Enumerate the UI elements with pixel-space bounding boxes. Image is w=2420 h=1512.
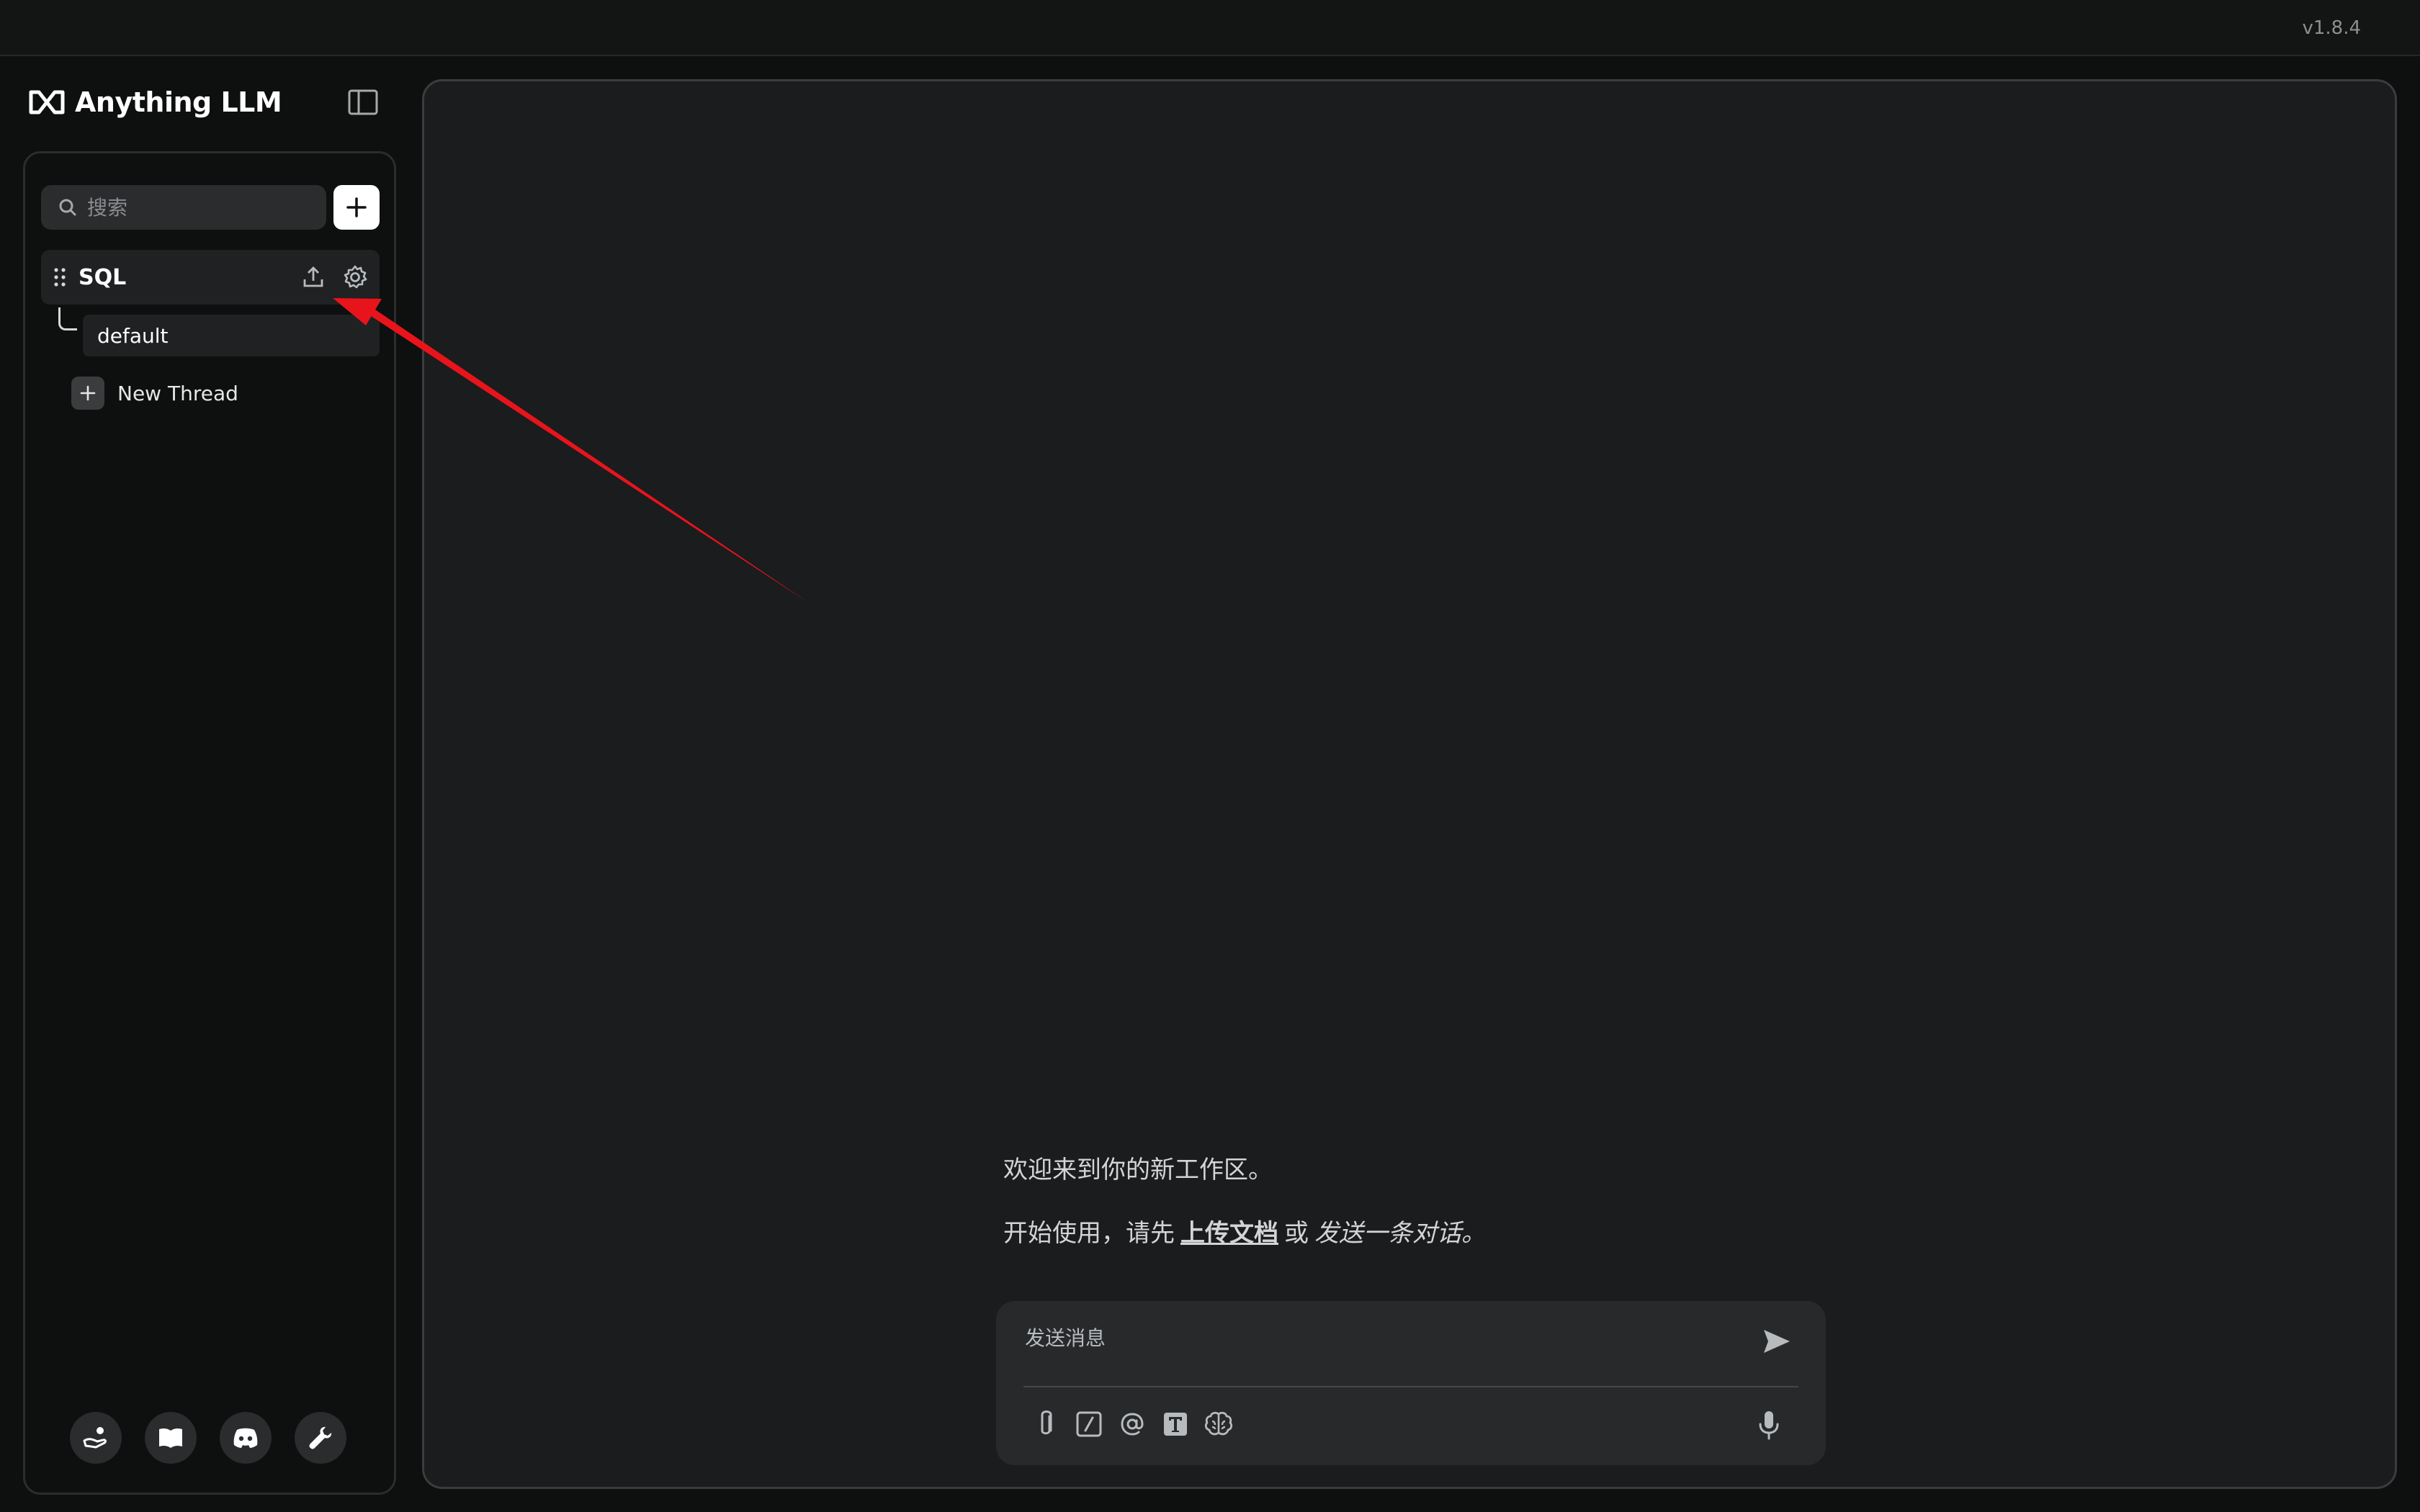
getting-started-prefix: 开始使用，请先 xyxy=(1003,1219,1175,1248)
new-workspace-button[interactable] xyxy=(333,185,380,230)
send-button[interactable] xyxy=(1757,1321,1797,1362)
brand-name: Anything LLM xyxy=(75,86,282,118)
top-bar: v1.8.4 xyxy=(0,0,2420,56)
version-label: v1.8.4 xyxy=(2302,17,2361,39)
community-hub-button[interactable] xyxy=(70,1412,122,1464)
text-size-icon xyxy=(1164,1413,1187,1436)
slash-command-icon xyxy=(1076,1411,1102,1437)
paperclip-icon xyxy=(1041,1410,1052,1435)
prompt-composer xyxy=(996,1301,1826,1465)
plus-icon xyxy=(71,377,104,410)
slash-command-button[interactable] xyxy=(1072,1408,1106,1441)
composer-divider xyxy=(1023,1386,1798,1387)
discord-icon xyxy=(233,1428,258,1448)
upload-document-button[interactable] xyxy=(299,263,328,292)
search-box[interactable] xyxy=(41,185,326,230)
microphone-icon xyxy=(1759,1411,1779,1440)
documentation-button[interactable] xyxy=(145,1412,197,1464)
sidebar-toggle-button[interactable] xyxy=(347,88,379,117)
docs-book-icon xyxy=(159,1428,182,1448)
search-icon xyxy=(59,199,76,216)
getting-started-message: 开始使用，请先 上传文档 或 发送一条对话。 xyxy=(1003,1213,1486,1248)
composer-tools xyxy=(1029,1408,1235,1441)
agent-brain-button[interactable] xyxy=(1202,1408,1235,1441)
workspace-settings-button[interactable] xyxy=(341,263,369,292)
settings-button[interactable] xyxy=(295,1412,346,1464)
welcome-message: 欢迎来到你的新工作区。 xyxy=(1003,1156,1273,1184)
attach-file-button[interactable] xyxy=(1029,1408,1062,1441)
settings-wrench-icon xyxy=(309,1426,332,1449)
search-input[interactable] xyxy=(87,195,303,220)
new-thread-label: New Thread xyxy=(117,381,238,405)
microphone-button[interactable] xyxy=(1752,1408,1785,1444)
workspace-name: SQL xyxy=(79,264,127,290)
sidebar-footer xyxy=(70,1412,346,1464)
mention-agent-button[interactable] xyxy=(1116,1408,1149,1441)
agent-brain-icon xyxy=(1204,1411,1233,1436)
drag-handle-icon[interactable] xyxy=(53,266,67,288)
workspace-item-sql[interactable]: SQL xyxy=(41,250,380,305)
sidebar-panel-icon xyxy=(348,89,378,115)
upload-icon xyxy=(303,266,323,287)
anything-llm-logo-icon xyxy=(29,90,65,114)
message-input[interactable] xyxy=(1025,1323,1716,1366)
community-hub-icon xyxy=(83,1427,107,1449)
thread-connector xyxy=(58,307,77,330)
plus-icon xyxy=(346,197,367,217)
thread-item-default[interactable]: default xyxy=(83,315,380,356)
upload-document-link[interactable]: 上传文档 xyxy=(1180,1213,1278,1248)
text-size-button[interactable] xyxy=(1159,1408,1192,1441)
thread-label: default xyxy=(97,323,169,348)
at-mention-icon xyxy=(1121,1413,1144,1436)
or-text: 或 xyxy=(1284,1219,1309,1248)
gear-icon xyxy=(344,265,367,289)
discord-button[interactable] xyxy=(220,1412,272,1464)
sidebar: SQL default xyxy=(23,151,396,1495)
new-thread-button[interactable]: New Thread xyxy=(71,375,238,411)
chat-container: 欢迎来到你的新工作区。 开始使用，请先 上传文档 或 发送一条对话。 xyxy=(422,79,2397,1489)
send-chat-link[interactable]: 发送一条对话。 xyxy=(1314,1213,1486,1248)
send-icon xyxy=(1764,1330,1790,1353)
brand-logo: Anything LLM xyxy=(29,84,282,121)
